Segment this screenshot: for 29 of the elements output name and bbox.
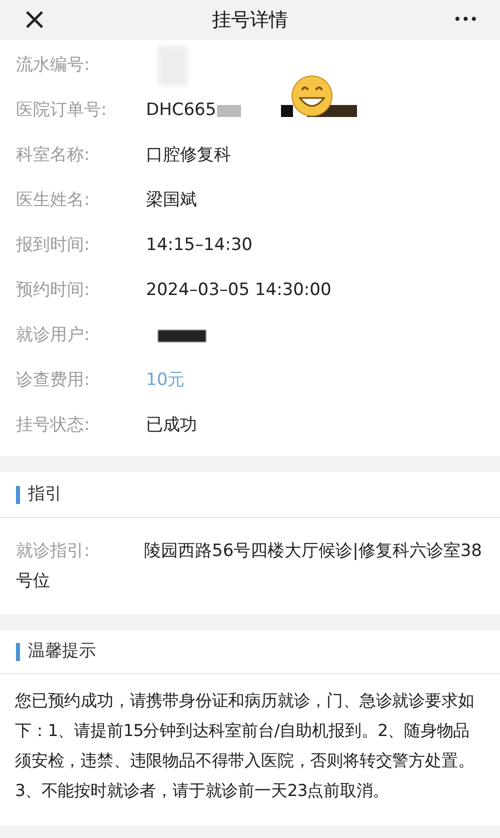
redaction-mark — [158, 330, 206, 342]
sticker-icon — [290, 74, 334, 118]
field-value: 口腔修复科 — [146, 144, 231, 167]
section-heading: 指引 — [28, 482, 62, 506]
field-label: 挂号状态: — [16, 414, 91, 437]
field-value: DHC665 — [146, 98, 216, 122]
field-label: 流水编号: — [16, 54, 91, 77]
field-label: 报到时间: — [16, 234, 91, 257]
redaction-mark — [281, 104, 294, 116]
field-value: 已成功 — [146, 414, 197, 437]
section-marker — [16, 486, 20, 504]
fee-value: 10元 — [146, 368, 185, 392]
field-label: 科室名称: — [16, 144, 91, 167]
field-label: 就诊用户: — [16, 324, 91, 347]
field-value: 2024–03–05 14:30:00 — [146, 278, 332, 302]
more-button[interactable]: ••• — [453, 10, 478, 30]
field-label: 预约时间: — [16, 278, 91, 302]
section-marker — [16, 642, 20, 660]
field-label: 医院订单号: — [16, 98, 108, 122]
section-heading: 温馨提示 — [28, 640, 96, 663]
field-value: 梁国斌 — [146, 188, 197, 212]
page-title: 挂号详情 — [212, 8, 288, 33]
close-button[interactable]: × — [22, 5, 48, 35]
field-label: 医生姓名: — [16, 188, 91, 212]
redaction-mark — [217, 104, 242, 116]
field-label: 诊查费用: — [16, 368, 91, 392]
guide-text: 就诊指引: 陵园西路56号四楼大厅候诊|修复科六诊室38号位 — [16, 540, 483, 593]
field-value: 14:15–14:30 — [146, 234, 252, 257]
tips-paragraph: 您已预约成功，请携带身份证和病历就诊，门、急诊就诊要求如下：1、请提前15分钟到达科室前台/自助机报到。2、随身物品须安检，违禁、违限物品不得带入医院，否则将转交警方处置。3、不能按时就诊者，请于就诊前一天23点前取消。 — [14, 690, 476, 802]
